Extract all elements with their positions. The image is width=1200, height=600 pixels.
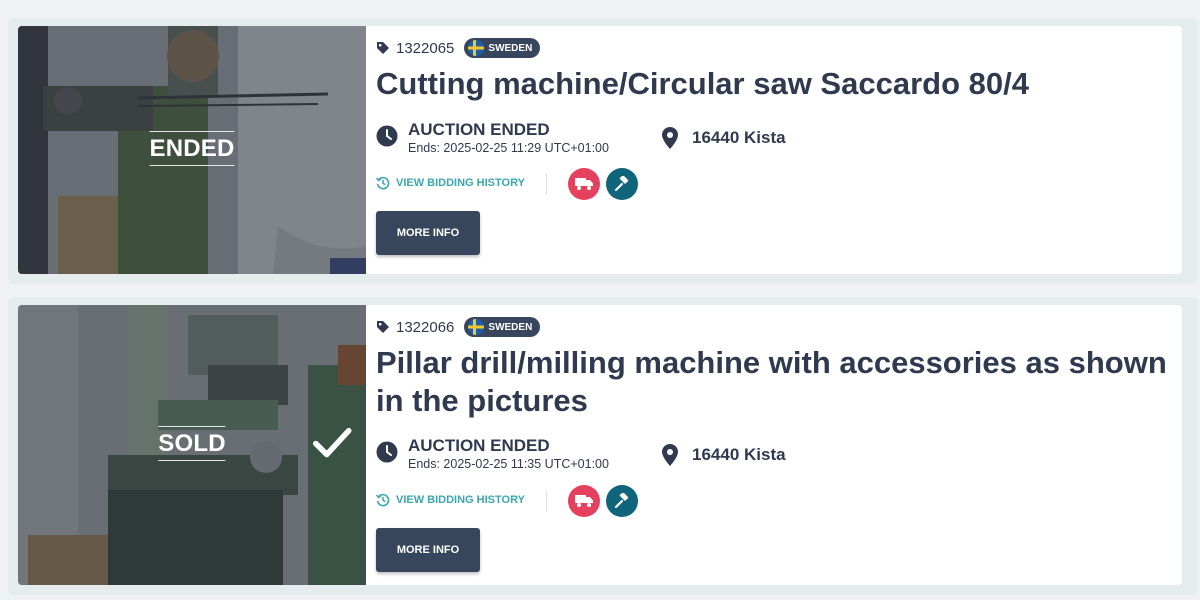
status-text: AUCTION ENDED <box>408 120 550 139</box>
overlay-status-text: ENDED <box>149 135 235 162</box>
location-text: 16440 Kista <box>692 445 786 464</box>
country-badge: SWEDEN <box>464 38 541 58</box>
listing-card-body: ENDED 1322065 SWEDEN Cutting machine/Cir… <box>18 26 1182 274</box>
listing-info: 1322065 SWEDEN Cutting machine/Circular … <box>376 26 1172 274</box>
delivery-truck-icon[interactable] <box>568 168 600 200</box>
country-name: SWEDEN <box>488 42 533 54</box>
country-badge: SWEDEN <box>464 317 541 337</box>
view-bidding-history-link[interactable]: VIEW BIDDING HISTORY <box>376 493 525 507</box>
end-time: Ends: 2025-02-25 11:35 UTC+01:00 <box>408 457 609 471</box>
location: 16440 Kista <box>662 444 786 466</box>
listing-photo[interactable]: SOLD <box>18 305 366 585</box>
ended-overlay-label: ENDED <box>149 131 235 166</box>
listing-card-body: SOLD 1322066 SWEDEN Pillar drill/milling… <box>18 305 1182 585</box>
country-name: SWEDEN <box>488 321 533 333</box>
more-info-button[interactable]: MORE INFO <box>376 528 480 572</box>
history-icon <box>376 176 390 190</box>
clock-icon <box>376 125 398 147</box>
lot-meta: 1322066 SWEDEN <box>376 317 541 337</box>
auction-status: AUCTION ENDED Ends: 2025-02-25 11:29 UTC… <box>376 121 609 156</box>
listing-title[interactable]: Cutting machine/Circular saw Saccardo 80… <box>376 65 1172 103</box>
auction-status: AUCTION ENDED Ends: 2025-02-25 11:35 UTC… <box>376 437 609 472</box>
listing-photo[interactable]: ENDED <box>18 26 366 274</box>
sweden-flag-icon <box>468 319 485 335</box>
sold-overlay-label: SOLD <box>158 426 352 461</box>
view-bidding-history-label: VIEW BIDDING HISTORY <box>396 177 525 189</box>
history-icon <box>376 493 390 507</box>
lot-number: 1322066 <box>396 318 455 336</box>
auction-gavel-icon[interactable] <box>606 168 638 200</box>
delivery-truck-icon[interactable] <box>568 485 600 517</box>
location-text: 16440 Kista <box>692 128 786 147</box>
view-bidding-history-link[interactable]: VIEW BIDDING HISTORY <box>376 176 525 190</box>
listing-card: ENDED 1322065 SWEDEN Cutting machine/Cir… <box>8 18 1198 284</box>
listing-title[interactable]: Pillar drill/milling machine with access… <box>376 344 1172 420</box>
view-bidding-history-label: VIEW BIDDING HISTORY <box>396 494 525 506</box>
check-icon <box>313 427 352 458</box>
listing-info: 1322066 SWEDEN Pillar drill/milling mach… <box>376 305 1172 585</box>
location-pin-icon <box>662 444 678 466</box>
location: 16440 Kista <box>662 127 786 149</box>
status-text: AUCTION ENDED <box>408 436 550 455</box>
divider <box>546 490 547 512</box>
end-time: Ends: 2025-02-25 11:29 UTC+01:00 <box>408 141 609 155</box>
location-pin-icon <box>662 127 678 149</box>
tag-icon <box>377 321 389 333</box>
sweden-flag-icon <box>468 40 485 56</box>
auction-gavel-icon[interactable] <box>606 485 638 517</box>
more-info-button[interactable]: MORE INFO <box>376 211 480 255</box>
lot-meta: 1322065 SWEDEN <box>376 38 541 58</box>
listing-card: SOLD 1322066 SWEDEN Pillar drill/milling… <box>8 297 1198 595</box>
tag-icon <box>377 42 389 54</box>
lot-number: 1322065 <box>396 39 455 57</box>
divider <box>546 173 547 195</box>
clock-icon <box>376 441 398 463</box>
